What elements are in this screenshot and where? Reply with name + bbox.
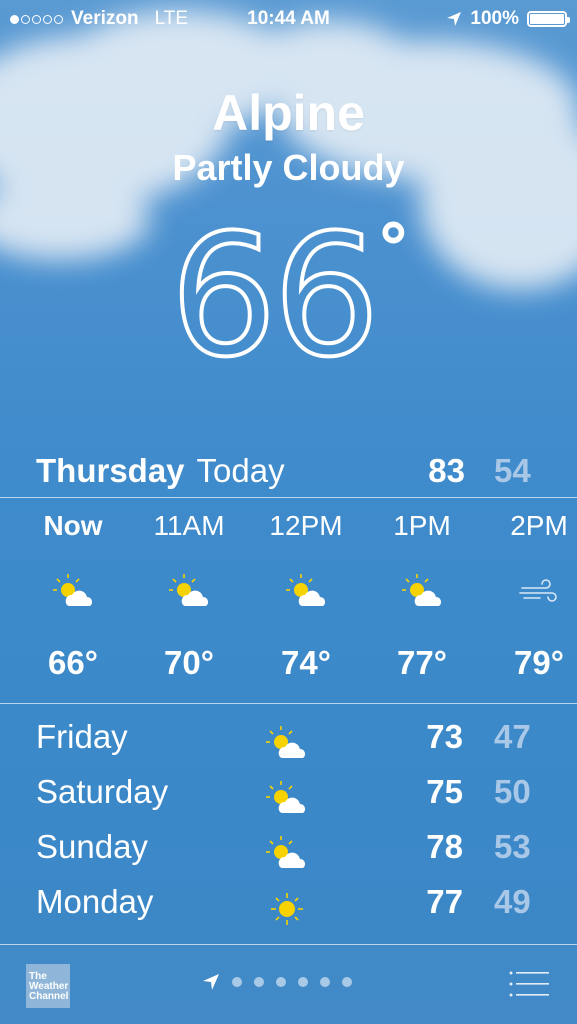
partly-cloudy-icon <box>266 836 305 869</box>
page-indicator[interactable] <box>202 973 352 991</box>
partly-cloudy-icon <box>53 574 92 607</box>
city-name: Alpine <box>212 85 365 141</box>
hour-time: 12PM <box>269 510 343 541</box>
today-label: Today <box>196 452 285 489</box>
daily-row: Monday 77 49 <box>0 883 577 938</box>
partly-cloudy-icon <box>266 781 305 814</box>
partly-cloudy-icon <box>286 574 325 607</box>
hour-temp: 79° <box>514 644 564 681</box>
hour-temp: 77° <box>397 644 447 681</box>
page-dot <box>254 977 264 987</box>
current-temperature-value: 66 <box>168 196 382 396</box>
status-bar: Verizon LTE 10:44 AM 100% <box>0 0 577 38</box>
hour-time: 2PM <box>510 510 568 541</box>
day-low: 47 <box>494 718 531 755</box>
day-name: Saturday <box>36 773 169 810</box>
partly-cloudy-icon <box>402 574 441 607</box>
bottom-toolbar: The Weather Channel <box>0 946 577 1024</box>
page-dot <box>298 977 308 987</box>
current-temperature: 66° <box>0 196 577 396</box>
hourly-forecast[interactable]: Now 66° 11AM 70° 12PM 74° 1PM 77° 2PM 79… <box>0 500 577 704</box>
day-high: 73 <box>426 718 463 755</box>
today-day: Thursday <box>36 452 185 489</box>
battery-percent: 100% <box>470 8 519 29</box>
hour-time: 1PM <box>393 510 451 541</box>
list-icon[interactable] <box>509 970 549 998</box>
partly-cloudy-icon <box>266 726 305 759</box>
daily-row: Saturday 75 50 <box>0 773 577 828</box>
page-dot <box>342 977 352 987</box>
day-high: 78 <box>426 828 463 865</box>
day-high: 77 <box>426 883 463 920</box>
current-condition: Partly Cloudy <box>172 147 405 188</box>
hour-temp: 74° <box>281 644 331 681</box>
hour-temp: 66° <box>48 644 98 681</box>
day-low: 50 <box>494 773 531 810</box>
page-dot <box>276 977 286 987</box>
page-dot <box>320 977 330 987</box>
divider-middle <box>0 703 577 704</box>
sun-icon <box>271 893 303 925</box>
degree-symbol: ° <box>374 208 412 293</box>
battery-area: 100% <box>446 8 570 30</box>
today-summary: Thursday Today 83 54 <box>36 452 577 496</box>
hour-temp: 70° <box>164 644 214 681</box>
location-arrow-icon <box>203 974 219 990</box>
divider-top <box>0 497 577 498</box>
logo-text-line: Channel <box>29 991 69 1002</box>
daily-row: Friday 73 47 <box>0 718 577 773</box>
wind-icon <box>519 579 557 602</box>
partly-cloudy-icon <box>169 574 208 607</box>
hour-time: Now <box>43 510 103 541</box>
day-low: 53 <box>494 828 531 865</box>
day-name: Friday <box>36 718 128 755</box>
page-dot <box>232 977 242 987</box>
day-name: Monday <box>36 883 154 920</box>
daily-forecast[interactable]: Friday 73 47 Saturday 75 50 Sunday 78 53… <box>0 718 577 938</box>
weather-channel-logo[interactable]: The Weather Channel <box>26 964 70 1008</box>
day-high: 75 <box>426 773 463 810</box>
location-services-icon <box>447 12 462 26</box>
daily-row: Sunday 78 53 <box>0 828 577 883</box>
hour-time: 11AM <box>153 510 225 541</box>
day-low: 49 <box>494 883 531 920</box>
today-high: 83 <box>428 452 465 489</box>
today-low: 54 <box>494 452 531 489</box>
day-name: Sunday <box>36 828 148 865</box>
divider-bottom <box>0 944 577 945</box>
battery-icon <box>527 11 570 27</box>
